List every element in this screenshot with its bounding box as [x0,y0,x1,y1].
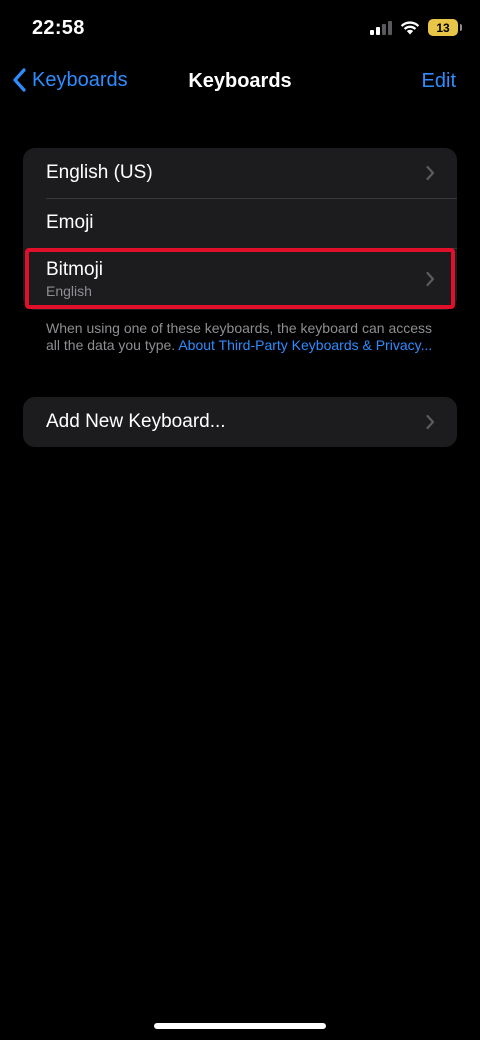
chevron-right-icon [426,165,435,181]
keyboard-label: English (US) [46,162,153,183]
add-new-keyboard-label: Add New Keyboard... [46,411,226,432]
privacy-footnote: When using one of these keyboards, the k… [46,320,446,353]
keyboard-sublabel: English [46,283,92,299]
keyboards-list: English (US) Emoji Bitmoji English [23,148,457,310]
battery-level: 13 [436,20,450,35]
battery-icon: 13 [428,19,462,36]
keyboard-label: Emoji [46,212,94,233]
add-new-keyboard-button[interactable]: Add New Keyboard... [23,397,457,447]
keyboards-settings-screen: 22:58 13 Keyboards Keyboards Edit Englis… [0,0,480,1040]
keyboard-row-bitmoji[interactable]: Bitmoji English [23,248,457,310]
page-title: Keyboards [188,70,292,92]
add-keyboard-group: Add New Keyboard... [23,397,457,447]
navigation-bar: Keyboards Keyboards Edit [0,56,480,108]
status-time: 22:58 [32,17,85,39]
third-party-privacy-link[interactable]: About Third-Party Keyboards & Privacy... [178,337,432,353]
wifi-icon [400,20,420,35]
keyboard-row-emoji[interactable]: Emoji [23,198,457,248]
home-indicator[interactable] [154,1023,326,1029]
keyboard-label: Bitmoji [46,259,104,280]
keyboard-row-english-us[interactable]: English (US) [23,148,457,198]
edit-button[interactable]: Edit [422,70,456,93]
cellular-signal-icon [370,20,392,35]
chevron-right-icon [426,414,435,430]
chevron-right-icon [426,271,435,287]
status-bar: 22:58 13 [0,0,480,56]
status-indicators: 13 [370,19,462,36]
